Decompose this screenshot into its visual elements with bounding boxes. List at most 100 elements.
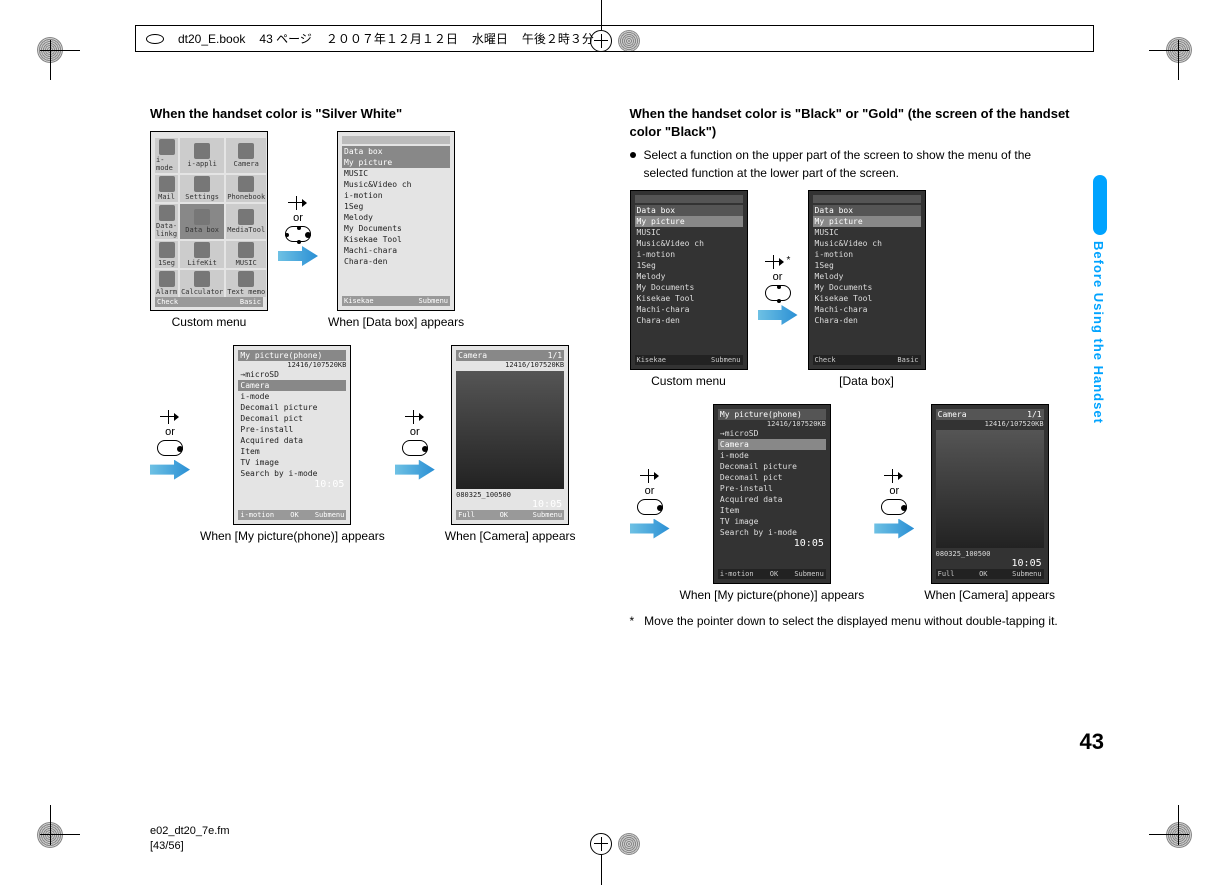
header-page: 43 ページ	[259, 30, 311, 47]
arrow-right-icon	[758, 305, 798, 325]
list-item: My picture	[813, 216, 921, 227]
mp-size: 12416/107520KB	[718, 420, 826, 428]
or-control-2: or	[157, 410, 183, 456]
mp-title: My picture(phone)	[720, 410, 802, 419]
mypic-size: 12416/107520KB	[238, 361, 346, 369]
crop-mark-bl	[10, 795, 90, 875]
or-control-3: or	[402, 410, 428, 456]
list-item: Decomail picture	[238, 402, 346, 413]
framemaker-header: dt20_E.book 43 ページ ２００７年１２月１２日 水曜日 午後２時３…	[135, 25, 1094, 52]
camera-thumbnail	[456, 371, 564, 489]
rugby-icon	[146, 34, 164, 44]
fr: Submenu	[711, 356, 741, 364]
crop-mark-tl	[10, 10, 90, 90]
list-item: Decomail pict	[238, 413, 346, 424]
cam-count: 1/1	[548, 351, 562, 360]
fig-mypicture-silver: My picture(phone) 12416/107520KB →microS…	[200, 345, 385, 545]
page-frame: dt20_E.book 43 ページ ２００７年１２月１２日 水曜日 午後２時３…	[95, 20, 1134, 865]
header-file: dt20_E.book	[178, 32, 245, 46]
grid-cell: Alarm	[155, 270, 178, 297]
arrow-right-icon	[278, 246, 318, 266]
footer-meta-page: [43/56]	[150, 839, 230, 853]
side-tab-text: Before Using the Handset	[1091, 241, 1106, 424]
list-item: My Documents	[342, 223, 450, 234]
fig-mypicture-black: My picture(phone) 12416/107520KB →microS…	[680, 404, 865, 604]
or-label: or	[645, 485, 655, 497]
list-item: TV image	[238, 457, 346, 468]
phone-custom-menu-dark: Data box My pictureMUSICMusic&Video chi-…	[630, 190, 748, 370]
list-item: Item	[718, 505, 826, 516]
list-item: Decomail pict	[718, 472, 826, 483]
list-item: Machi-chara	[813, 304, 921, 315]
dpad-icon	[637, 499, 663, 515]
mypic-title: My picture(phone)	[240, 351, 322, 360]
fl: i-motion	[240, 511, 274, 519]
caption-databox: When [Data box] appears	[328, 315, 464, 331]
list-item: Melody	[342, 212, 450, 223]
caption-camera-b: When [Camera] appears	[924, 588, 1055, 604]
list-item: Decomail picture	[718, 461, 826, 472]
list-item: Camera	[238, 380, 346, 391]
arrow-right-icon	[150, 460, 190, 480]
cam-file: 080325_100500	[936, 550, 1044, 558]
grid-cell: MUSIC	[226, 241, 266, 268]
grid-cell: Calculator	[180, 270, 224, 297]
list-item: 1Seg	[635, 260, 743, 271]
camera-thumbnail	[936, 430, 1044, 548]
list-item: Melody	[635, 271, 743, 282]
dpad-icon	[881, 499, 907, 515]
caption-custom-menu: Custom menu	[172, 315, 247, 331]
grid-cell: LifeKit	[180, 241, 224, 268]
fm: OK	[770, 570, 778, 578]
or-control-r1: * or	[765, 255, 791, 301]
phone-databox-light: Data box My pictureMUSICMusic&Video chi-…	[337, 131, 455, 311]
or-label: or	[410, 426, 420, 438]
clock: 10:05	[718, 538, 826, 549]
cursor-icon	[884, 469, 904, 483]
arrow-right-icon	[395, 460, 435, 480]
cam-file: 080325_100500	[456, 491, 564, 499]
page-number: 43	[1080, 729, 1104, 755]
asterisk: *	[787, 255, 791, 266]
fr: Basic	[897, 356, 918, 364]
list-item: Kisekae Tool	[813, 293, 921, 304]
fr: Submenu	[794, 570, 824, 578]
list-item: Acquired data	[718, 494, 826, 505]
right-column: When the handset color is "Black" or "Go…	[630, 105, 1080, 785]
grid-cell: MediaTool	[226, 204, 266, 239]
list-item: i-motion	[635, 249, 743, 260]
phone-custom-menu-light: i-modei-appliCameraMailSettingsPhonebook…	[150, 131, 268, 311]
footer-meta: e02_dt20_7e.fm [43/56]	[150, 824, 230, 853]
clock2: 10:05	[456, 499, 564, 510]
list-item: Acquired data	[238, 435, 346, 446]
fig-databox-black: Data box My pictureMUSICMusic&Video chi-…	[808, 190, 926, 390]
or-label: or	[889, 485, 899, 497]
crop-mark-tr	[1139, 10, 1219, 90]
list-item: My Documents	[635, 282, 743, 293]
header-weekday: 水曜日	[472, 30, 508, 47]
cfr: Submenu	[533, 511, 563, 519]
list-item: i-mode	[718, 450, 826, 461]
db-title2: Data box	[813, 205, 921, 216]
list-item: MUSIC	[342, 168, 450, 179]
cfm: OK	[979, 570, 987, 578]
list-item: Chara-den	[342, 256, 450, 267]
list-item: My picture	[635, 216, 743, 227]
cfm: OK	[500, 511, 508, 519]
footer-meta-file: e02_dt20_7e.fm	[150, 824, 230, 838]
list-item: MUSIC	[635, 227, 743, 238]
phone-camera-dark: Camera1/1 12416/107520KB 080325_100500 1…	[931, 404, 1049, 584]
grid-cell: Settings	[180, 175, 224, 202]
footer-left: Check	[157, 298, 178, 306]
fl: Check	[815, 356, 836, 364]
grid-cell: Text memo	[226, 270, 266, 297]
bullet-dot-icon	[630, 152, 636, 158]
databox-title: Data box	[342, 146, 450, 157]
cam-size: 12416/107520KB	[456, 361, 564, 369]
list-item: Kisekae Tool	[342, 234, 450, 245]
phone-databox-dark: Data box My pictureMUSICMusic&Video chi-…	[808, 190, 926, 370]
list-item: i-motion	[342, 190, 450, 201]
fl: Kisekae	[637, 356, 667, 364]
caption-mypicture-b: When [My picture(phone)] appears	[680, 588, 865, 604]
dpad-icon	[402, 440, 428, 456]
